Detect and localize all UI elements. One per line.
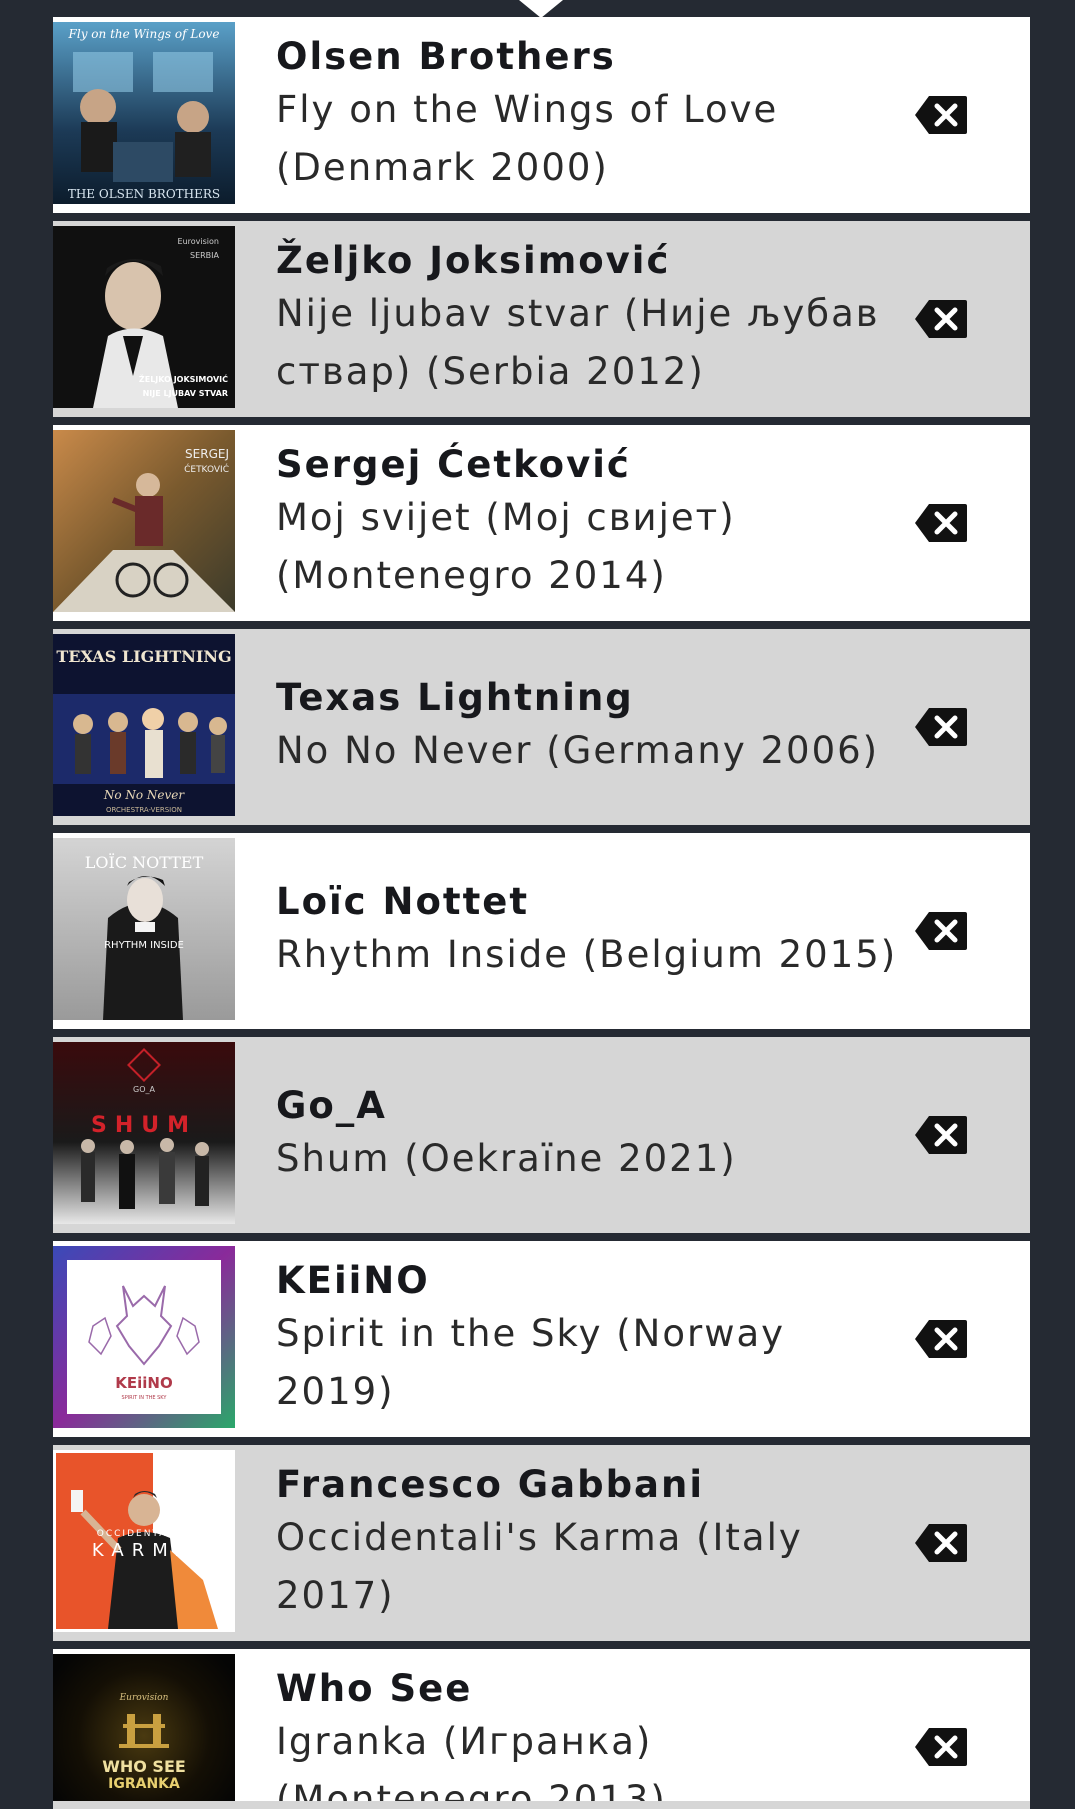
list-item[interactable]: KARMA OCCIDENTALI'S Francesco Gabbani Oc… [53,1445,1030,1641]
artist-name: Who See [276,1667,473,1710]
cover-title-text: LOÏC NOTTET [85,852,204,872]
album-cover: Fly on the Wings of Love THE OLSEN BROTH… [53,22,235,204]
cover-sub-text: ĆETKOVIĆ [184,463,229,475]
backspace-delete-icon[interactable] [915,96,967,134]
playlist-screen: Fly on the Wings of Love THE OLSEN BROTH… [0,0,1075,1809]
song-title: No No Never (Germany 2006) [276,729,880,772]
song-title: Fly on the Wings of Love (Denmark 2000) [276,88,779,189]
cover-title-text: KEiiNO [115,1374,172,1392]
song-list: Fly on the Wings of Love THE OLSEN BROTH… [53,17,1030,1809]
backspace-delete-icon[interactable] [915,504,967,542]
list-item[interactable]: KEiiNO SPIRIT IN THE SKY KEiiNO Spirit i… [53,1241,1030,1437]
song-info: Go_A Shum (Oekraïne 2021) [276,1037,916,1233]
cover-title-text: SHUM [91,1113,197,1138]
list-item[interactable]: SHUM GO_A Go_A Shum (Oekraïne 2021) [53,1037,1030,1233]
song-title: Shum (Oekraïne 2021) [276,1137,737,1180]
cover-title-text: SERGEJ [185,447,229,461]
artist-name: Francesco Gabbani [276,1463,705,1506]
cover-sub-text: No No Never [103,788,186,802]
cover-sub-text: IGRANKA [108,1776,180,1792]
backspace-delete-icon[interactable] [915,1320,967,1358]
artist-name: Texas Lightning [276,676,634,719]
album-cover: KARMA OCCIDENTALI'S [53,1450,235,1632]
song-info: Who See Igranka (Игранка) (Montenegro 20… [276,1649,916,1809]
song-info: Željko Joksimović Nije ljubav stvar (Ниј… [276,221,916,417]
song-info: Loïc Nottet Rhythm Inside (Belgium 2015) [276,833,916,1029]
cover-sub-text: RHYTHM INSIDE [104,940,184,951]
svg-text:ORCHESTRA-VERSION: ORCHESTRA-VERSION [106,806,182,814]
list-item[interactable]: Fly on the Wings of Love THE OLSEN BROTH… [53,17,1030,213]
album-cover: TEXAS LIGHTNING No No Never ORCHESTRA-VE… [53,634,235,816]
list-item[interactable]: TEXAS LIGHTNING No No Never ORCHESTRA-VE… [53,629,1030,825]
artist-name: Go_A [276,1084,387,1127]
song-title: Nije ljubav stvar (Није љубав ствар) (Se… [276,292,880,393]
cover-sub-text: NIJE LJUBAV STVAR [143,389,228,398]
song-info: Francesco Gabbani Occidentali's Karma (I… [276,1445,916,1641]
song-title: Occidentali's Karma (Italy 2017) [276,1516,803,1617]
song-info: Olsen Brothers Fly on the Wings of Love … [276,17,916,213]
album-cover: Eurovision WHO SEE IGRANKA [53,1654,235,1809]
song-info: Texas Lightning No No Never (Germany 200… [276,629,916,825]
cover-title-text: Fly on the Wings of Love [68,27,220,41]
song-info: Sergej Ćetković Moj svijet (Мој свијет) … [276,425,916,621]
artist-name: Loïc Nottet [276,880,530,923]
cover-sub-text: SPIRIT IN THE SKY [122,1395,168,1401]
cover-title-text: KARMA [92,1540,196,1561]
cover-title-text: TEXAS LIGHTNING [56,647,231,666]
svg-text:Eurovision: Eurovision [178,237,219,246]
cover-sub-text: GO_A [133,1085,155,1094]
song-title: Igranka (Игранка) (Montenegro 2013) [276,1720,667,1809]
cover-sub-text: OCCIDENTALI'S [97,1529,191,1539]
artist-name: Željko Joksimović [276,239,671,282]
album-cover: SHUM GO_A [53,1042,235,1224]
list-item[interactable]: Eurovision WHO SEE IGRANKA Who See Igran… [53,1649,1030,1809]
list-item[interactable]: SERGEJ ĆETKOVIĆ Sergej Ćetković Moj svij… [53,425,1030,621]
album-cover: Eurovision SERBIA ŽELJKO JOKSIMOVIĆ NIJE… [53,226,235,408]
artist-name: Sergej Ćetković [276,443,631,486]
cover-title-text: ŽELJKO JOKSIMOVIĆ [139,373,228,384]
list-item[interactable]: LOÏC NOTTET RHYTHM INSIDE Loïc Nottet Rh… [53,833,1030,1029]
dropdown-pointer [519,0,563,18]
song-title: Moj svijet (Мој свијет) (Montenegro 2014… [276,496,736,597]
artist-name: KEiiNO [276,1259,430,1302]
album-cover: KEiiNO SPIRIT IN THE SKY [53,1246,235,1428]
album-cover: LOÏC NOTTET RHYTHM INSIDE [53,838,235,1020]
backspace-delete-icon[interactable] [915,1116,967,1154]
album-cover: SERGEJ ĆETKOVIĆ [53,430,235,612]
svg-text:SERBIA: SERBIA [190,251,220,260]
backspace-delete-icon[interactable] [915,1524,967,1562]
song-info: KEiiNO Spirit in the Sky (Norway 2019) [276,1241,916,1437]
backspace-delete-icon[interactable] [915,912,967,950]
backspace-delete-icon[interactable] [915,1728,967,1766]
backspace-delete-icon[interactable] [915,708,967,746]
song-title: Spirit in the Sky (Norway 2019) [276,1312,786,1413]
cover-title-text: WHO SEE [102,1757,186,1776]
list-item[interactable]: Eurovision SERBIA ŽELJKO JOKSIMOVIĆ NIJE… [53,221,1030,417]
artist-name: Olsen Brothers [276,35,616,78]
song-title: Rhythm Inside (Belgium 2015) [276,933,898,976]
cover-sub-text: THE OLSEN BROTHERS [68,187,220,201]
svg-text:Eurovision: Eurovision [119,1693,169,1703]
next-list-item-edge [53,1801,1030,1809]
backspace-delete-icon[interactable] [915,300,967,338]
